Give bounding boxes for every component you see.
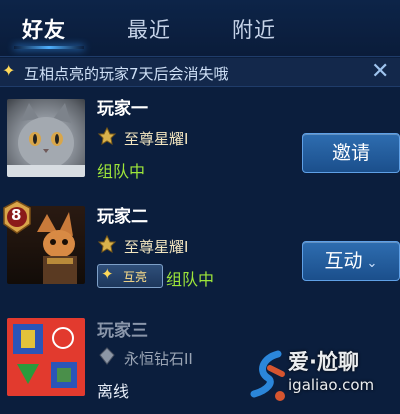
invite-button[interactable]: 邀请 (302, 133, 400, 173)
interact-button-label: 互动 (324, 250, 363, 272)
friend-row[interactable]: 玩家一 至尊星耀I 组队中 邀请 (0, 92, 400, 196)
avatar (7, 99, 85, 177)
level-number: 8 (11, 206, 22, 224)
tab-friends[interactable]: 好友 (22, 14, 66, 44)
rank-text: 至尊星耀I (124, 130, 189, 148)
notice-text: 互相点亮的玩家7天后会消失哦 (24, 65, 229, 83)
rank-text: 永恒钻石II (124, 350, 193, 368)
sparkle-icon: ✦ (101, 265, 114, 283)
watermark: 爱·尬聊 igaliao.com (248, 346, 396, 408)
friend-name: 玩家三 (97, 321, 148, 341)
tab-nearby[interactable]: 附近 (232, 14, 276, 44)
status-text: 离线 (97, 382, 130, 401)
rank-text: 至尊星耀I (124, 238, 189, 256)
shapes-avatar-icon (7, 318, 85, 396)
active-tab-indicator (14, 46, 84, 49)
notice-bar: ✦ 互相点亮的玩家7天后会消失哦 ✕ (0, 58, 400, 87)
rank-star-icon (97, 234, 117, 253)
invite-button-label: 邀请 (331, 142, 370, 164)
watermark-url: igaliao.com (288, 376, 375, 394)
watermark-logo-icon (250, 350, 285, 401)
status-text: 组队中 (97, 162, 146, 181)
tab-recent[interactable]: 最近 (127, 14, 171, 44)
close-icon[interactable]: ✕ (371, 59, 389, 84)
sparkle-icon: ✦ (2, 61, 16, 80)
level-badge: 8 (2, 200, 32, 234)
status-text: 组队中 (166, 270, 215, 289)
tag-label: 互亮 (123, 270, 148, 284)
tab-bar: 好友 最近 附近 (0, 0, 400, 57)
friend-name: 玩家二 (97, 207, 148, 227)
rank-star-icon (97, 126, 117, 145)
watermark-title: 爱·尬聊 (288, 350, 359, 374)
interact-button[interactable]: 互动 ⌄ (302, 241, 400, 281)
friend-name: 玩家一 (97, 99, 148, 119)
chevron-down-icon: ⌄ (366, 256, 378, 271)
avatar (7, 318, 85, 396)
kitten-avatar-icon (7, 103, 85, 177)
friend-row[interactable]: 8 玩家二 至尊星耀I ✦ 互亮 组队中 互动 ⌄ (0, 198, 400, 302)
mutual-light-tag: ✦ 互亮 (97, 264, 163, 288)
rank-diamond-icon (99, 347, 115, 365)
